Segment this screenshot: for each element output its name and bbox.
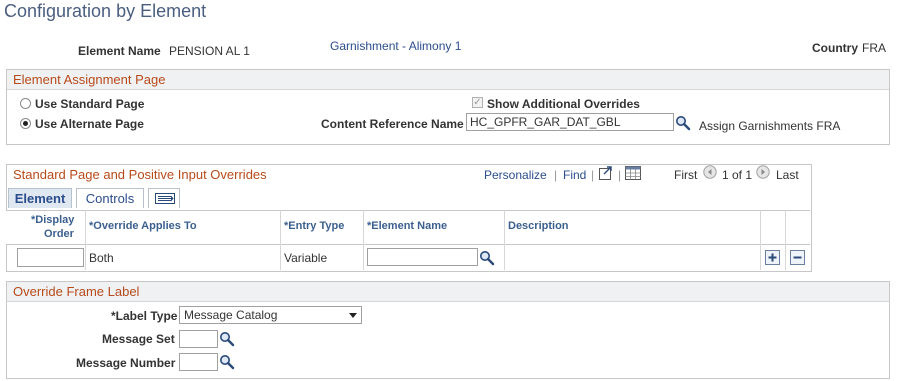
column-divider: [280, 210, 281, 270]
pagination-text: 1 of 1: [722, 168, 753, 182]
plus-icon: [768, 253, 777, 262]
use-standard-page-radio[interactable]: [20, 98, 31, 109]
column-divider: [760, 210, 761, 270]
column-element-name: *Element Name: [367, 220, 448, 232]
previous-icon[interactable]: [703, 165, 717, 179]
separator: |: [591, 168, 595, 182]
element-name-value: PENSION AL 1: [169, 44, 250, 58]
label-type-label: *Label Type: [111, 309, 178, 323]
use-standard-page-label: Use Standard Page: [35, 97, 145, 111]
first-label[interactable]: First: [674, 168, 697, 182]
tab-element[interactable]: Element: [8, 188, 72, 208]
override-frame-label-title: Override Frame Label: [7, 282, 889, 302]
column-divider: [785, 210, 786, 270]
use-alternate-page-label: Use Alternate Page: [35, 117, 144, 131]
message-set-input[interactable]: [179, 330, 218, 348]
column-divider: [504, 210, 505, 270]
element-name-input[interactable]: [367, 248, 478, 266]
search-icon[interactable]: [675, 115, 691, 131]
add-row-button[interactable]: [765, 250, 780, 265]
label-type-select[interactable]: Message Catalog: [179, 306, 362, 324]
country-label: Country: [812, 41, 858, 55]
entry-type-value: Variable: [284, 251, 328, 265]
message-number-label: Message Number: [76, 356, 176, 370]
column-divider: [363, 210, 364, 270]
separator: |: [554, 168, 558, 182]
label-type-value: Message Catalog: [184, 308, 278, 322]
element-description-link[interactable]: Garnishment - Alimony 1: [330, 39, 461, 53]
next-icon[interactable]: [756, 165, 770, 179]
content-reference-description: Assign Garnishments FRA: [699, 119, 841, 133]
column-override-applies-to: *Override Applies To: [89, 220, 197, 232]
find-link[interactable]: Find: [563, 168, 586, 182]
override-applies-value: Both: [89, 251, 114, 265]
tab-controls[interactable]: Controls: [76, 188, 144, 208]
show-overrides-label: Show Additional Overrides: [487, 97, 640, 111]
message-number-search-icon[interactable]: [219, 354, 235, 370]
display-order-input[interactable]: [17, 248, 84, 267]
element-assignment-title: Element Assignment Page: [7, 70, 889, 90]
column-display-order-line1: *Display: [31, 214, 75, 226]
personalize-link[interactable]: Personalize: [484, 168, 547, 182]
minus-icon: [793, 256, 802, 259]
element-name-search-icon[interactable]: [479, 250, 495, 266]
column-display-order-line2: Order: [44, 228, 74, 240]
use-alternate-page-radio[interactable]: [20, 118, 31, 129]
message-set-label: Message Set: [102, 332, 175, 346]
page-title: Configuration by Element: [4, 1, 207, 21]
element-name-label: Element Name: [78, 44, 161, 58]
column-description: Description: [508, 220, 569, 232]
download-grid-icon[interactable]: [625, 166, 641, 180]
view-all-icon[interactable]: [598, 165, 614, 181]
show-overrides-checkbox[interactable]: ✓: [472, 97, 483, 108]
column-divider: [85, 210, 86, 270]
last-label[interactable]: Last: [776, 168, 799, 182]
show-all-columns-icon: [155, 193, 175, 204]
content-reference-input[interactable]: [466, 113, 674, 131]
chevron-down-icon: [349, 313, 357, 318]
message-number-input[interactable]: [179, 353, 218, 371]
delete-row-button[interactable]: [790, 250, 805, 265]
message-set-search-icon[interactable]: [219, 331, 235, 347]
separator: |: [618, 168, 622, 182]
column-entry-type: *Entry Type: [284, 220, 345, 232]
country-value: FRA: [862, 41, 886, 55]
content-reference-label: Content Reference Name: [321, 117, 464, 131]
tab-show-all-columns[interactable]: [148, 188, 180, 208]
